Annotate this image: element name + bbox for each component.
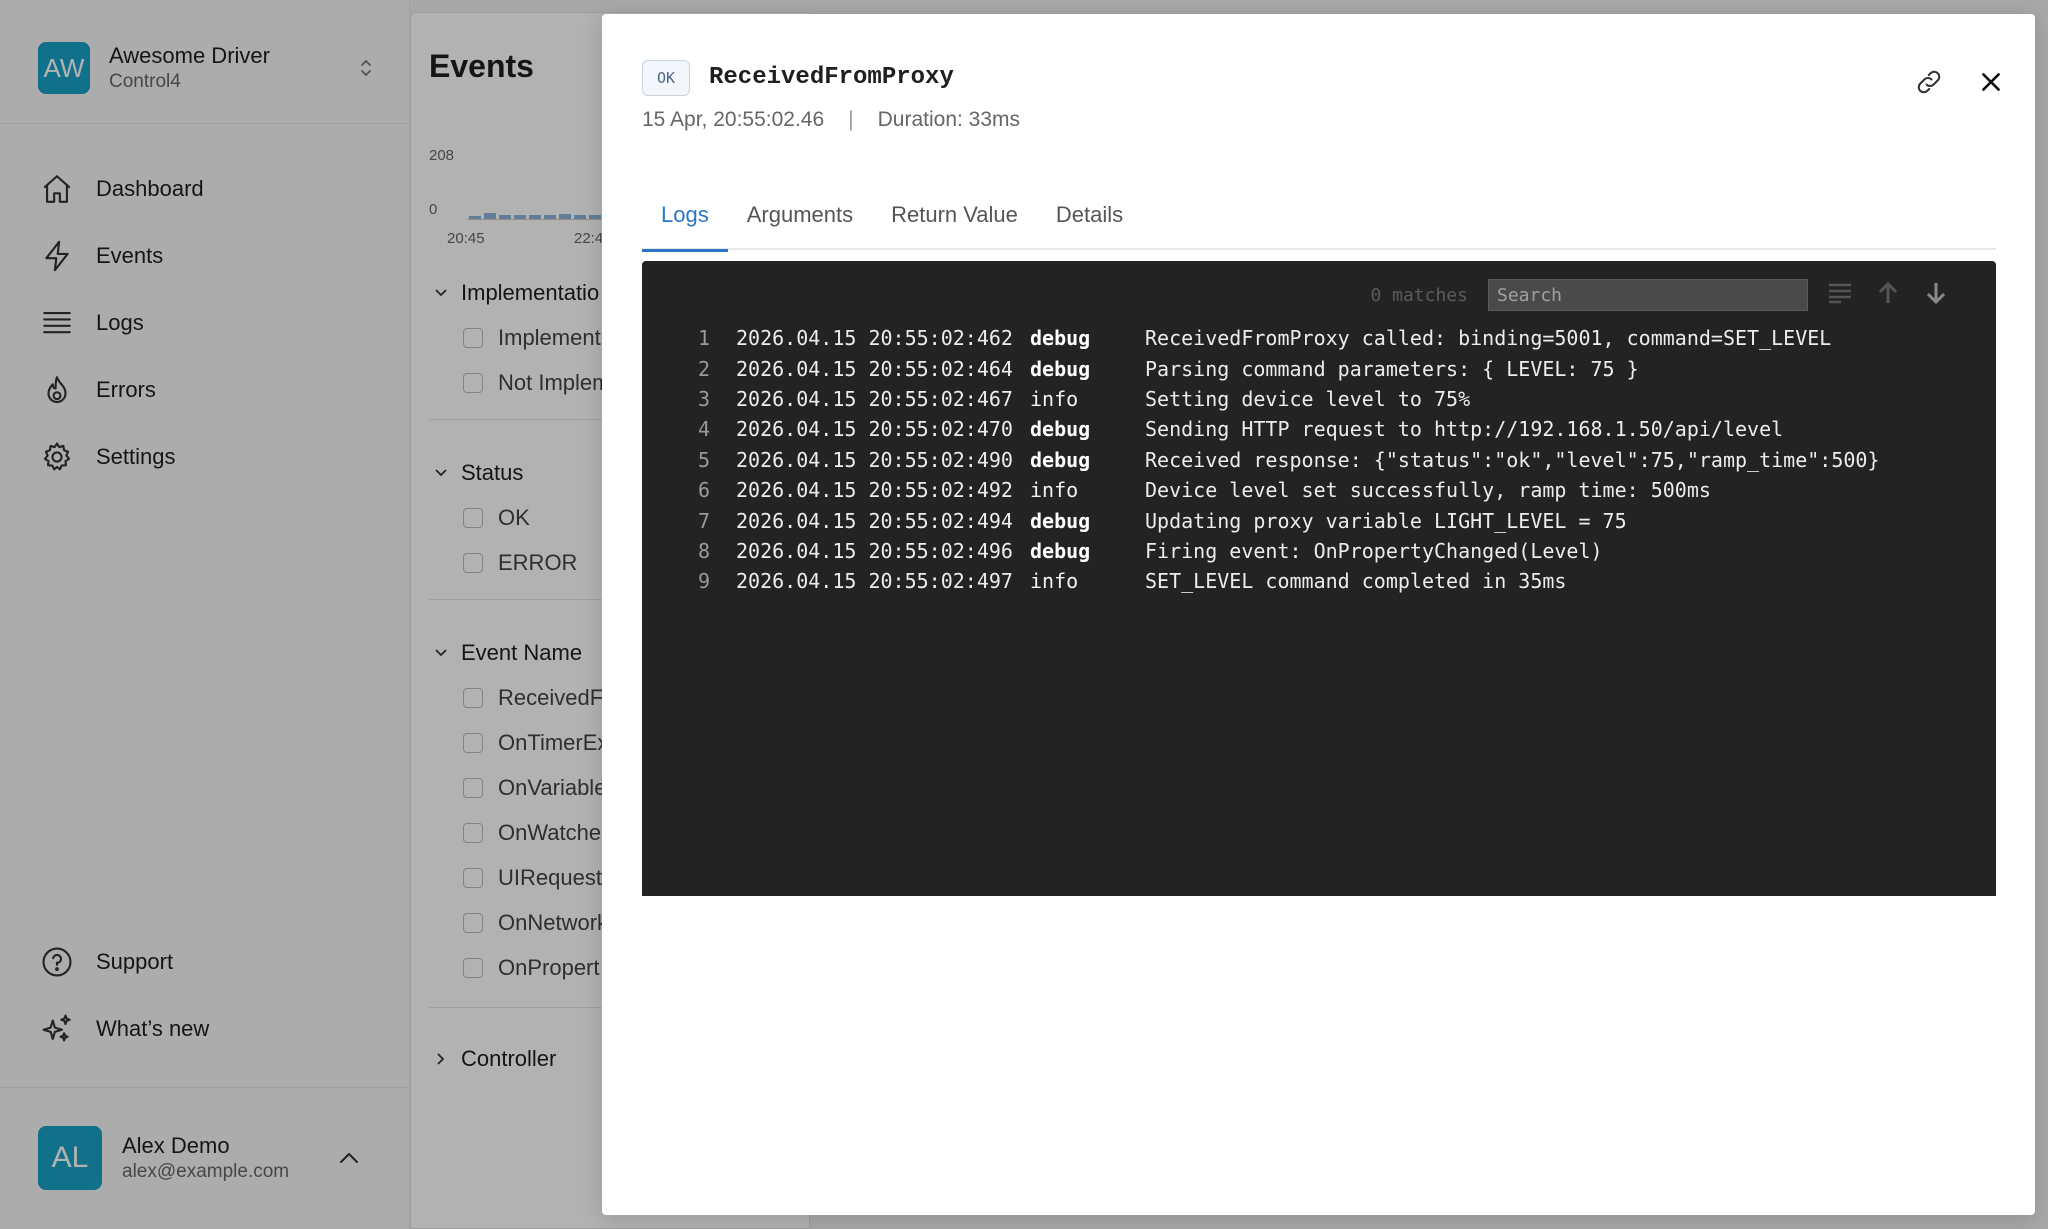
event-duration: Duration: 33ms: [877, 108, 1021, 131]
log-level: debug: [1030, 447, 1091, 472]
arrow-up-icon: [1877, 281, 1899, 309]
log-level: debug: [1030, 417, 1091, 442]
log-level: info: [1030, 569, 1079, 594]
event-timestamp: 15 Apr, 20:55:02.46: [642, 108, 825, 131]
tab-logs[interactable]: Logs: [642, 190, 728, 252]
detail-tabs: Logs Arguments Return Value Details: [642, 190, 1996, 252]
meta-separator: |: [848, 108, 854, 131]
log-search-input[interactable]: [1488, 279, 1808, 311]
log-level: debug: [1030, 538, 1091, 563]
log-line: 8 2026.04.15 20:55:02:496 debug Firing even…: [642, 536, 1880, 566]
link-icon: [1914, 67, 1944, 102]
line-number: 1: [697, 326, 710, 351]
log-message: SET_LEVEL command completed in 35ms: [1145, 569, 1567, 594]
event-detail-modal: OK ReceivedFromProxy 15 Apr, 20:55:02.46…: [602, 14, 2035, 1215]
log-level: info: [1030, 386, 1079, 411]
log-message: Device level set successfully, ramp time…: [1145, 478, 1711, 503]
line-number: 8: [697, 538, 710, 563]
wrap-lines-button[interactable]: [1824, 279, 1856, 311]
close-button[interactable]: [1971, 64, 2011, 104]
log-message: Setting device level to 75%: [1145, 386, 1471, 411]
log-line: 9 2026.04.15 20:55:02:497 info SET_LEVEL co…: [642, 566, 1880, 596]
log-line: 3 2026.04.15 20:55:02:467 info Setting devi…: [642, 384, 1880, 414]
log-message: Parsing command parameters: { LEVEL: 75 …: [1145, 356, 1639, 381]
log-line: 7 2026.04.15 20:55:02:494 debug Updating pr…: [642, 505, 1880, 535]
line-number: 5: [697, 447, 710, 472]
log-line: 2 2026.04.15 20:55:02:464 debug Parsing com…: [642, 353, 1880, 383]
line-number: 3: [697, 386, 710, 411]
line-number: 2: [697, 356, 710, 381]
line-number: 7: [697, 508, 710, 533]
log-level: debug: [1030, 356, 1091, 381]
log-level: debug: [1030, 508, 1091, 533]
log-timestamp: 2026.04.15 20:55:02:462: [736, 326, 1013, 351]
log-message: ReceivedFromProxy called: binding=5001, …: [1145, 326, 1832, 351]
log-timestamp: 2026.04.15 20:55:02:470: [736, 417, 1013, 442]
log-timestamp: 2026.04.15 20:55:02:467: [736, 386, 1013, 411]
log-lines: 1 2026.04.15 20:55:02:462 debug ReceivedFro…: [642, 323, 1880, 597]
log-level: info: [1030, 478, 1079, 503]
log-timestamp: 2026.04.15 20:55:02:496: [736, 538, 1013, 563]
console-toolbar: 0 matches: [1370, 279, 1952, 311]
tab-details[interactable]: Details: [1037, 190, 1142, 250]
modal-actions: [1887, 64, 2011, 104]
event-meta: 15 Apr, 20:55:02.46 | Duration: 33ms: [642, 108, 1020, 132]
log-timestamp: 2026.04.15 20:55:02:492: [736, 478, 1013, 503]
copy-link-button[interactable]: [1909, 64, 1949, 104]
line-number: 4: [697, 417, 710, 442]
log-line: 1 2026.04.15 20:55:02:462 debug ReceivedFro…: [642, 323, 1880, 353]
log-timestamp: 2026.04.15 20:55:02:490: [736, 447, 1013, 472]
log-message: Updating proxy variable LIGHT_LEVEL = 75: [1145, 508, 1627, 533]
log-line: 4 2026.04.15 20:55:02:470 debug Sending HTT…: [642, 414, 1880, 444]
log-timestamp: 2026.04.15 20:55:02:497: [736, 569, 1013, 594]
tab-return-value[interactable]: Return Value: [872, 190, 1037, 250]
tab-arguments[interactable]: Arguments: [728, 190, 872, 250]
line-number: 9: [697, 569, 710, 594]
log-level: debug: [1030, 326, 1091, 351]
log-message: Firing event: OnPropertyChanged(Level): [1145, 538, 1603, 563]
wrap-icon: [1827, 282, 1853, 308]
log-console: 0 matches 1 2026.04.15 20:55:02:462 debug R…: [642, 261, 1996, 896]
next-match-button[interactable]: [1920, 279, 1952, 311]
arrow-down-icon: [1925, 281, 1947, 309]
log-timestamp: 2026.04.15 20:55:02:494: [736, 508, 1013, 533]
previous-match-button[interactable]: [1872, 279, 1904, 311]
log-timestamp: 2026.04.15 20:55:02:464: [736, 356, 1013, 381]
log-message: Received response: {"status":"ok","level…: [1145, 447, 1880, 472]
line-number: 6: [697, 478, 710, 503]
log-message: Sending HTTP request to http://192.168.1…: [1145, 417, 1784, 442]
event-title: ReceivedFromProxy: [709, 64, 954, 91]
status-badge: OK: [642, 60, 690, 96]
close-icon: [1978, 69, 2004, 100]
match-count: 0 matches: [1370, 284, 1468, 306]
log-line: 6 2026.04.15 20:55:02:492 info Device level…: [642, 475, 1880, 505]
log-line: 5 2026.04.15 20:55:02:490 debug Received re…: [642, 445, 1880, 475]
